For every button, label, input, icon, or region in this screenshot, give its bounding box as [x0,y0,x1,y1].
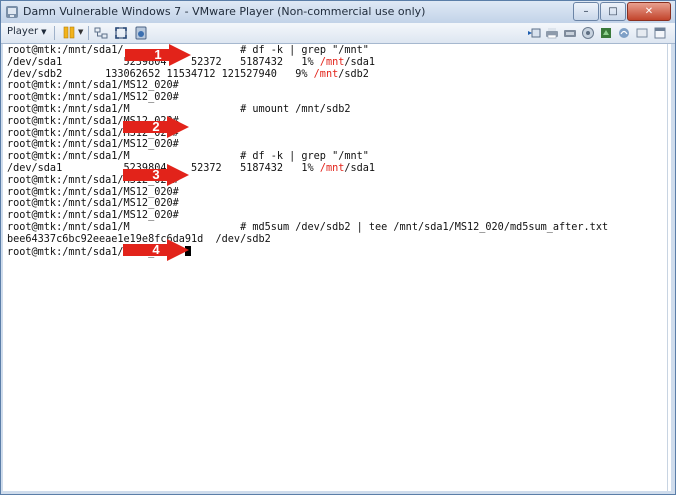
terminal-text: root@mtk:/mnt/sda1/M [7,103,130,115]
terminal-text: root@mtk:/mnt/sda1/MS12_020# [7,80,179,92]
toolbar-divider [88,26,89,40]
highlighted-match: /mnt [319,162,345,174]
terminal-text: /dev/sdb2 133062652 11534712 121527940 9… [7,68,314,80]
terminal-text: root@mtk:/mnt/sda1/MS12_020# [7,186,179,198]
terminal-line: /dev/sda1 5239804 52372 5187432 1% /mnt/… [7,163,608,175]
terminal-line: root@mtk:/mnt/sda1/M # md5sum /dev/sdb2 … [7,222,608,234]
terminal-text: # df -k | grep "/mnt" [240,151,369,163]
toolbar-divider [54,26,55,40]
terminal-screen[interactable]: root@mtk:/mnt/sda1/ # df -k | grep "/mnt… [3,44,671,491]
sound-icon[interactable] [599,26,613,40]
terminal-line: root@mtk:/mnt/sda1/MS12_020# [7,187,608,199]
terminal-text: root@mtk:/mnt/sda1/ [7,45,124,56]
annotation-arrow-3: 3 [123,164,189,186]
close-button[interactable]: ✕ [627,2,671,21]
annotation-arrow-2: 2 [123,116,189,138]
title-bar[interactable]: Damn Vulnerable Windows 7 - VMware Playe… [1,1,675,23]
terminal-text: # umount /mnt/sdb2 [240,103,351,115]
highlighted-match: /mnt [313,68,339,80]
terminal-text: root@mtk:/mnt/sda1/MS12_020# [7,139,179,151]
send-ctrl-alt-del-icon[interactable] [527,26,541,40]
terminal-text: root@mtk:/mnt/sda1/MS12_020# [7,210,179,222]
terminal-text: # df -k | grep "/mnt" [240,45,369,56]
usb-device-icon[interactable] [563,26,577,40]
terminal-line: root@mtk:/mnt/sda1/M # df -k | grep "/mn… [7,151,608,163]
terminal-text: /sdb2 [338,68,369,80]
network-adapter-icon[interactable] [581,26,595,40]
minimize-button[interactable]: – [573,2,599,21]
window-title: Damn Vulnerable Windows 7 - VMware Playe… [23,5,426,18]
terminal-line: root@mtk:/mnt/sda1/ # df -k | grep "/mnt… [7,45,608,57]
vmware-toolbar: Player ▼ ▼ [1,23,675,44]
terminal-line: root@mtk:/mnt/sda1/MS12_020# [7,92,608,104]
annotation-number: 2 [152,119,160,134]
vmware-app-icon [6,6,18,18]
terminal-line: bee64337c6bc92eeae1e19e8fc6da91d /dev/sd… [7,234,608,246]
network-icon[interactable] [94,26,108,40]
annotation-number: 4 [152,242,160,257]
annotation-number: 1 [154,47,162,62]
message-icon[interactable] [635,26,649,40]
maximize-button[interactable]: □ [600,2,626,21]
chevron-down-icon: ▼ [41,28,47,36]
device-icons [523,26,667,40]
terminal-line: /dev/sdb2 133062652 11534712 121527940 9… [7,69,608,81]
terminal-line: root@mtk:/mnt/sda1/MS12_020# [7,245,608,258]
vmware-player-window: Damn Vulnerable Windows 7 - VMware Playe… [0,0,676,495]
window-controls: – □ ✕ [572,2,671,21]
fullscreen-icon[interactable] [114,26,128,40]
terminal-text: root@mtk:/mnt/sda1/MS12_020# [7,198,179,210]
terminal-text: # md5sum /dev/sdb2 | tee /mnt/sda1/MS12_… [240,221,609,233]
terminal-text: root@mtk:/mnt/sda1/MS12_020# [7,92,179,104]
annotation-number: 3 [152,167,160,182]
annotation-arrow-4: 4 [123,239,189,261]
terminal-line: root@mtk:/mnt/sda1/MS12_020# [7,210,608,222]
terminal-line: root@mtk:/mnt/sda1/MS12_020# [7,116,608,128]
terminal-text: root@mtk:/mnt/sda1/M [7,221,130,233]
printer-icon[interactable] [545,26,559,40]
terminal-line: /dev/sda1 5239804 52372 5187432 1% /mnt/… [7,57,608,69]
player-menu-label: Player [7,26,39,37]
terminal-line: root@mtk:/mnt/sda1/MS12_020# [7,139,608,151]
terminal-text: /sda1 [344,162,376,174]
highlighted-match: /mnt [319,56,345,68]
terminal-line: root@mtk:/mnt/sda1/MS12_020# [7,128,608,140]
window-icon[interactable] [653,26,667,40]
terminal-line: root@mtk:/mnt/sda1/MS12_020# [7,175,608,187]
terminal-edge [667,44,668,491]
shared-folder-icon[interactable] [617,26,631,40]
terminal-line: root@mtk:/mnt/sda1/MS12_020# [7,80,608,92]
terminal-output: root@mtk:/mnt/sda1/ # df -k | grep "/mnt… [7,45,608,258]
player-menu[interactable]: Player ▼ [7,26,47,37]
terminal-line: root@mtk:/mnt/sda1/M # umount /mnt/sdb2 [7,104,608,116]
terminal-text: root@mtk:/mnt/sda1/M [7,151,130,163]
terminal-text: /sda1 [344,56,376,68]
pause-dropdown-icon[interactable]: ▼ [78,28,83,36]
unity-icon[interactable] [134,26,148,40]
pause-icon[interactable] [63,26,75,39]
terminal-line: root@mtk:/mnt/sda1/MS12_020# [7,198,608,210]
annotation-arrow-1: 1 [125,44,191,66]
